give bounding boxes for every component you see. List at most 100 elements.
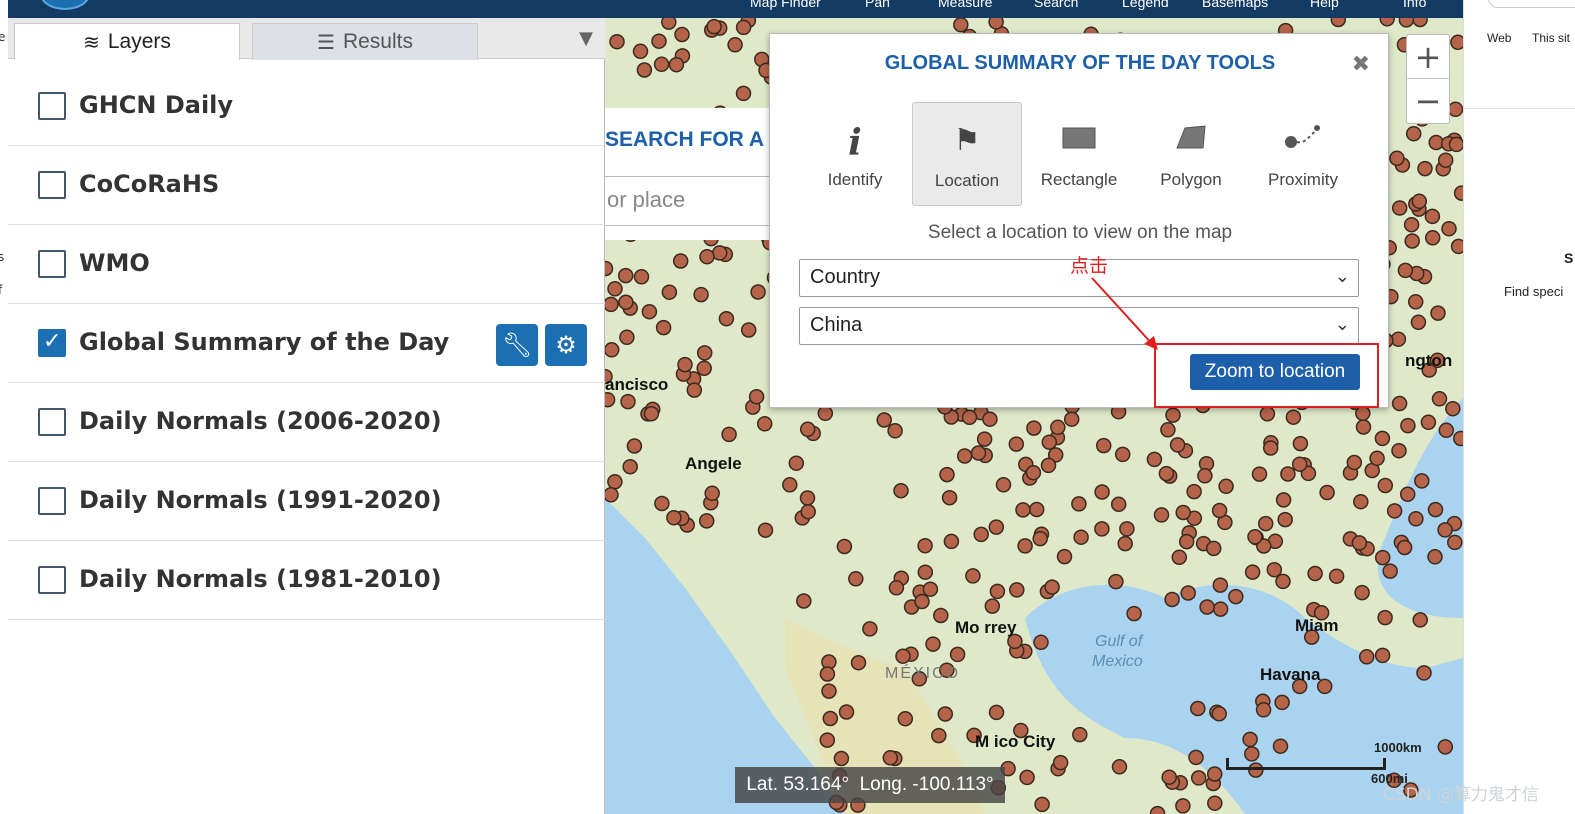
top-navigation-bar: Map Finder Pan Measure Search Legend Bas… [0,0,1463,18]
station-marker [1450,34,1463,51]
station-marker [1041,434,1058,450]
nav-basemaps[interactable]: Basemaps [1202,0,1268,10]
nav-help[interactable]: Help [1310,0,1339,10]
layer-checkbox[interactable] [38,487,66,515]
nav-measure[interactable]: Measure [938,0,992,10]
layer-tools-button[interactable]: 🔧︎ [496,324,538,366]
tool-rectangle[interactable]: Rectangle [1024,102,1134,206]
tool-polygon[interactable]: Polygon [1136,102,1246,206]
station-marker [1212,577,1229,593]
station-marker [654,495,670,512]
station-marker [988,519,1005,535]
station-marker [1199,599,1215,615]
station-marker [1034,796,1050,813]
layer-label: Global Summary of the Day [79,328,450,356]
station-marker [1119,521,1135,537]
station-marker [882,750,899,766]
dialog-title: GLOBAL SUMMARY OF THE DAY TOOLS [884,52,1276,74]
layer-row-wmo[interactable]: WMO [8,225,605,304]
nav-legend[interactable]: Legend [1122,0,1169,10]
station-marker [1391,442,1407,459]
station-marker [1108,573,1124,590]
station-marker [605,296,619,313]
option-this-site[interactable]: This sit [1532,31,1570,45]
tab-results[interactable]: ☰ Results [252,23,478,60]
layer-row-daily-normals-1991-2020[interactable]: Daily Normals (1991-2020) [8,462,605,541]
divider [1464,108,1575,109]
polygon-icon [1173,122,1209,160]
layer-row-ghcn-daily[interactable]: GHCN Daily [8,67,605,146]
station-marker [1427,549,1443,565]
station-marker [1420,414,1437,431]
station-marker [756,416,773,432]
nav-search[interactable]: Search [1034,0,1078,10]
tool-label: Location [934,171,1000,190]
tool-label: Polygon [1160,170,1222,189]
layer-checkbox[interactable] [38,171,66,199]
station-marker [988,18,1004,30]
station-marker [1398,18,1415,28]
tool-location[interactable]: ⚑ Location [912,102,1022,206]
station-marker [1405,125,1422,142]
station-marker [1164,591,1180,608]
nav-pan[interactable]: Pan [865,0,890,10]
zoom-out-button[interactable]: − [1407,79,1449,123]
location-instruction: Select a location to view on the map [927,222,1233,243]
layer-row-daily-normals-1981-2010[interactable]: Daily Normals (1981-2010) [8,541,605,620]
station-marker [1017,538,1033,554]
layer-checkbox[interactable] [38,408,66,436]
list-icon: ☰ [317,31,335,54]
station-marker [1094,521,1110,537]
station-marker [718,310,735,327]
tool-identify[interactable]: i Identify [800,102,910,206]
station-marker [956,448,973,464]
location-value-select[interactable]: China ⌄ [799,307,1359,345]
nav-info[interactable]: Info [1403,0,1426,10]
close-icon[interactable]: ✖ [1352,52,1370,77]
tab-layers[interactable]: ≋ Layers [14,23,240,60]
station-marker [704,485,720,502]
find-specific-text: Find speci [1504,284,1564,299]
station-marker [1161,769,1177,785]
station-marker [988,704,1005,721]
layer-row-daily-normals-2006-2020[interactable]: Daily Normals (2006-2020) [8,383,605,462]
external-search-box[interactable] [1488,0,1575,8]
station-marker [1073,529,1089,545]
station-marker [800,503,816,520]
station-marker [672,253,689,269]
station-marker [1275,492,1292,508]
station-marker [696,360,712,377]
station-marker [641,303,658,320]
layer-row-global-summary-of-the-day[interactable]: Global Summary of the Day 🔧︎ ⚙ [8,304,605,383]
station-marker [1408,511,1424,527]
map-label-mexico-sea: Mexico [1092,653,1143,670]
station-marker [1369,450,1385,467]
option-web[interactable]: Web [1487,31,1511,45]
panel-collapse-icon[interactable]: ▼ [579,28,593,49]
tool-proximity[interactable]: Proximity [1248,102,1358,206]
station-marker [937,706,954,722]
layer-checkbox[interactable] [38,92,66,120]
station-marker [931,727,947,744]
station-marker [1212,601,1229,617]
station-marker [953,18,969,33]
station-marker [917,537,933,554]
layer-checkbox[interactable] [38,250,66,278]
zoom-in-button[interactable]: + [1407,35,1449,79]
layer-label: CoCoRaHS [79,170,220,198]
station-marker [1354,584,1370,601]
location-value: China [810,314,863,336]
station-marker [721,426,737,443]
station-marker [1328,568,1345,584]
station-marker [1111,759,1128,775]
station-marker [1272,738,1289,754]
layer-settings-button[interactable]: ⚙ [545,324,587,366]
layer-checkbox-checked[interactable] [38,329,66,357]
station-marker [941,489,958,506]
nav-map-finder[interactable]: Map Finder [750,0,821,10]
station-marker [661,18,677,30]
layer-row-cocorahs[interactable]: CoCoRaHS [8,146,605,225]
station-marker [609,33,625,50]
layer-checkbox[interactable] [38,566,66,594]
tab-results-label: Results [342,30,413,53]
